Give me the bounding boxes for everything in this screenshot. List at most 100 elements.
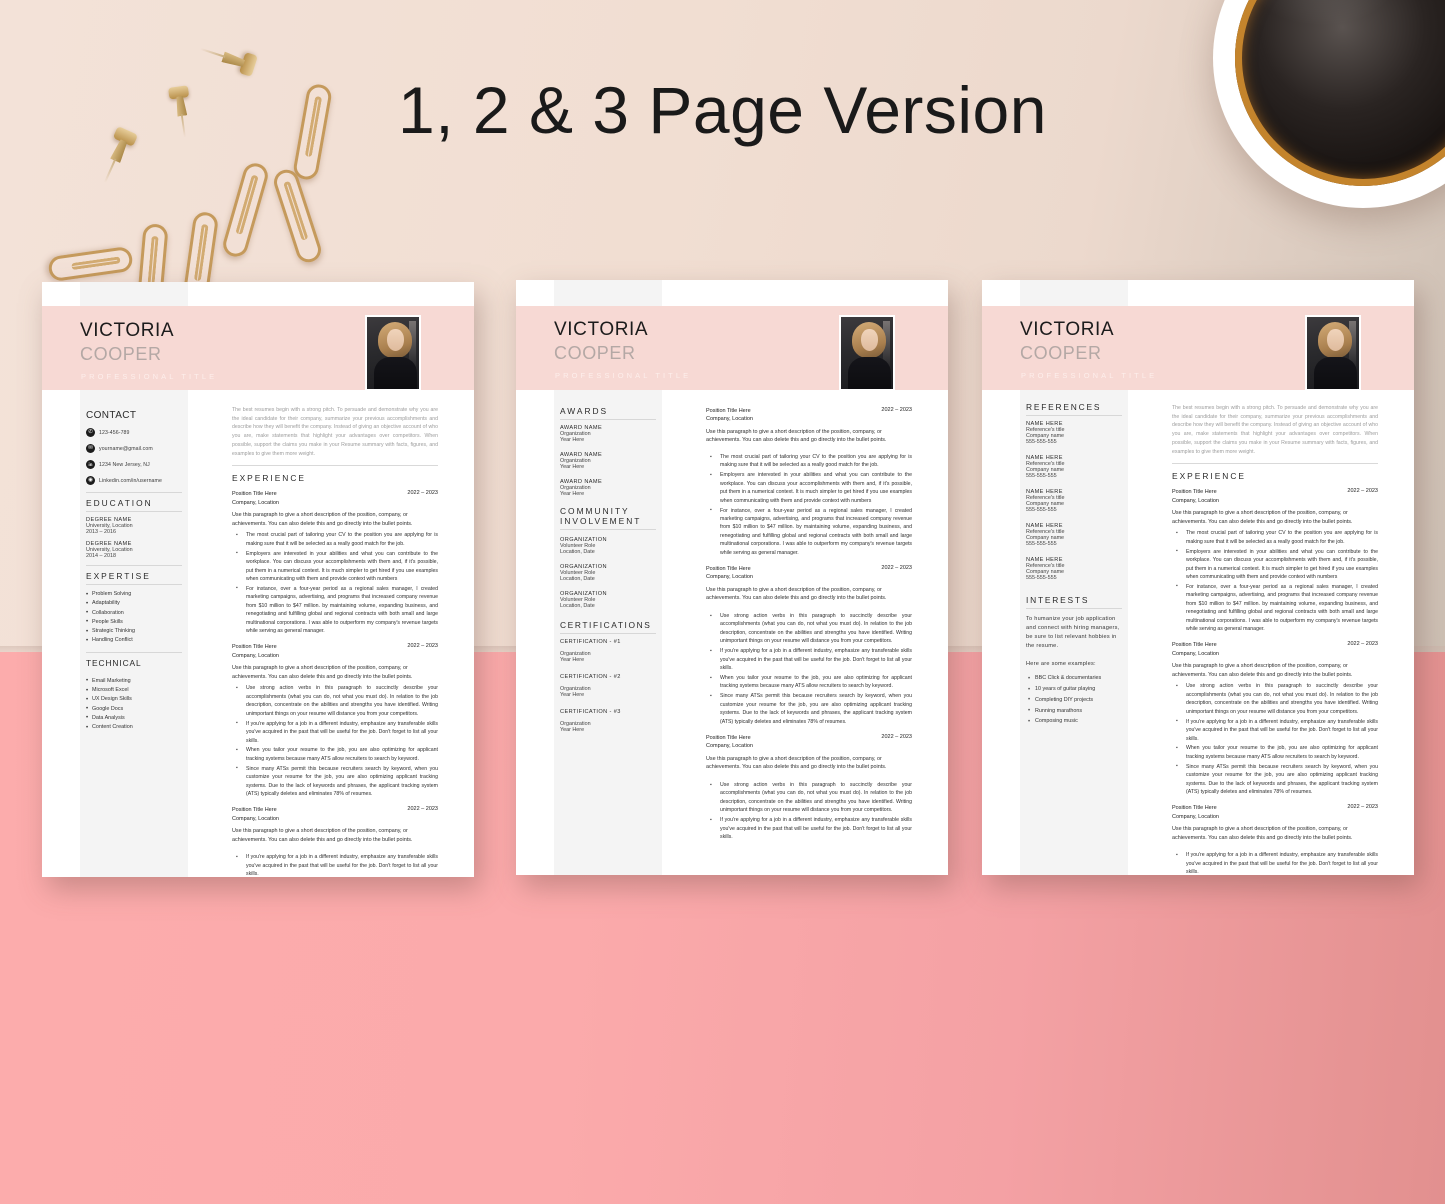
- list-item: 10 years of guitar playing: [1026, 684, 1122, 696]
- degree-years: 2013 – 2016: [86, 529, 116, 535]
- location-date: Location, Date: [560, 603, 595, 609]
- reference-phone: 555-555-555: [1026, 439, 1057, 445]
- divider: [232, 465, 438, 467]
- list-item: Composing music: [1026, 716, 1122, 728]
- job-title: Position Title Here: [232, 807, 277, 814]
- job-company: Company, Location: [232, 499, 279, 506]
- list-item: Since many ATSs permit this because recr…: [1172, 762, 1378, 797]
- list-item: Handling Conflict: [86, 636, 182, 647]
- job-bullets: Use strong action verbs in this paragrap…: [232, 684, 438, 798]
- divider: [86, 492, 182, 493]
- email-icon: ✉: [86, 444, 95, 453]
- list-item: Adaptability: [86, 599, 182, 610]
- contact-email-text: yourname@gmail.com: [99, 445, 153, 452]
- interests-heading: INTERESTS: [1026, 595, 1122, 609]
- job-description: Use this paragraph to give a short descr…: [706, 428, 887, 444]
- list-item: Google Docs: [86, 704, 182, 715]
- job-bullets: The most crucial part of tailoring your …: [232, 531, 438, 635]
- certification-item: CERTIFICATION - #2 Organization Year Her…: [560, 674, 656, 698]
- award-year: Year Here: [560, 464, 585, 470]
- interests-list: BBC Click & documentaries 10 years of gu…: [1026, 673, 1122, 728]
- interests-intro: To humanize your job application and con…: [1026, 616, 1120, 650]
- resume-page-1[interactable]: VICTORIA COOPER PROFESSIONAL TITLE CONTA…: [42, 282, 474, 877]
- list-item: When you tailor your resume to the job, …: [706, 674, 912, 691]
- phone-icon: ✆: [86, 428, 95, 437]
- experience-entry: Position Title Here Company, Location 20…: [706, 565, 912, 726]
- job-company: Company, Location: [232, 652, 279, 659]
- list-item: The most crucial part of tailoring your …: [1172, 529, 1378, 546]
- education-heading: EDUCATION: [86, 498, 182, 512]
- reference-item: NAME HERE Reference's title Company name…: [1026, 421, 1122, 445]
- contact-phone-text: 123-456-789: [99, 429, 130, 436]
- list-item: Data Analysis: [86, 713, 182, 724]
- professional-title: PROFESSIONAL TITLE: [555, 371, 692, 380]
- divider: [86, 651, 182, 653]
- first-name: VICTORIA: [554, 319, 649, 340]
- resume-page-3[interactable]: VICTORIA COOPER PROFESSIONAL TITLE REFER…: [982, 280, 1414, 875]
- reference-phone: 555-555-555: [1026, 541, 1057, 547]
- community-item: ORGANIZATION Volunteer Role Location, Da…: [560, 591, 656, 609]
- expertise-list: Problem Solving Adaptability Collaborati…: [86, 589, 182, 647]
- list-item: If you're applying for a job in a differ…: [232, 853, 438, 877]
- list-item: For instance, over a four-year period as…: [232, 584, 438, 636]
- list-item: Running marathons: [1026, 705, 1122, 717]
- job-company: Company, Location: [1172, 650, 1219, 657]
- list-item: Use strong action verbs in this paragrap…: [706, 781, 912, 815]
- contact-row-phone[interactable]: ✆ 123-456-789: [86, 428, 182, 437]
- job-description: Use this paragraph to give a short descr…: [232, 664, 413, 680]
- last-name: COOPER: [80, 344, 162, 364]
- education-item: DEGREE NAME University, Location 2013 – …: [86, 517, 182, 535]
- resume-page-2[interactable]: VICTORIA COOPER PROFESSIONAL TITLE AWARD…: [516, 280, 948, 875]
- community-heading-line1: COMMUNITY: [560, 506, 630, 516]
- experience-entry: Position Title Here Company, Location 20…: [1172, 488, 1378, 633]
- job-title: Position Title Here: [706, 735, 751, 742]
- technical-heading: TECHNICAL: [86, 657, 142, 668]
- certification-item: CERTIFICATION - #3 Organization Year Her…: [560, 709, 656, 733]
- community-item: ORGANIZATION Volunteer Role Location, Da…: [560, 564, 656, 582]
- list-item: UX Design Skills: [86, 695, 182, 706]
- job-bullets: If you're applying for a job in a differ…: [1172, 851, 1378, 875]
- contact-row-email[interactable]: ✉ yourname@gmail.com: [86, 444, 182, 453]
- contact-row-link[interactable]: ◉ Linkedin.com/in/username: [86, 476, 182, 485]
- certification-name: CERTIFICATION - #2: [560, 674, 621, 680]
- list-item: Problem Solving: [86, 589, 182, 600]
- experience-entry: Position Title Here Company, Location 20…: [232, 490, 438, 635]
- avatar: [1305, 315, 1361, 391]
- reference-phone: 555-555-555: [1026, 473, 1057, 479]
- experience-heading: EXPERIENCE: [232, 473, 306, 484]
- education-item: DEGREE NAME University, Location 2014 – …: [86, 541, 182, 559]
- reference-phone: 555-555-555: [1026, 507, 1057, 513]
- contact-row-address[interactable]: in 1234 New Jersey, NJ: [86, 460, 182, 469]
- list-item: Since many ATSs permit this because recr…: [232, 764, 438, 799]
- list-item: If you're applying for a job in a differ…: [232, 719, 438, 745]
- certification-year: Year Here: [560, 657, 585, 663]
- job-dates: 2022 – 2023: [881, 565, 912, 572]
- interests-examples-label: Here are some examples:: [1026, 661, 1096, 668]
- reference-item: NAME HERE Reference's title Company name…: [1026, 455, 1122, 479]
- reference-item: NAME HERE Reference's title Company name…: [1026, 557, 1122, 581]
- job-description: Use this paragraph to give a short descr…: [1172, 662, 1353, 678]
- certification-year: Year Here: [560, 727, 585, 733]
- avatar: [365, 315, 421, 391]
- job-description: Use this paragraph to give a short descr…: [706, 755, 887, 771]
- certification-item: CERTIFICATION - #1 Organization Year Her…: [560, 639, 656, 663]
- list-item: Use strong action verbs in this paragrap…: [232, 684, 438, 718]
- job-title: Position Title Here: [232, 644, 277, 651]
- job-bullets: Use strong action verbs in this paragrap…: [1172, 682, 1378, 796]
- experience-entry: Position Title Here Company, Location 20…: [706, 734, 912, 841]
- job-bullets: If you're applying for a job in a differ…: [232, 853, 438, 877]
- job-dates: 2022 – 2023: [407, 490, 438, 497]
- job-title: Position Title Here: [1172, 805, 1217, 812]
- job-title: Position Title Here: [706, 408, 751, 414]
- community-heading-line2: INVOLVEMENT: [560, 516, 656, 530]
- contact-heading: CONTACT: [86, 410, 137, 421]
- expertise-heading: EXPERTISE: [86, 571, 182, 585]
- list-item: Since many ATSs permit this because recr…: [706, 692, 912, 726]
- list-item: For instance, over a four-year period as…: [706, 506, 912, 558]
- list-item: Content Creation: [86, 723, 182, 734]
- job-company: Company, Location: [232, 815, 279, 822]
- list-item: BBC Click & documentaries: [1026, 673, 1122, 685]
- list-item: If you're applying for a job in a differ…: [1172, 851, 1378, 875]
- avatar: [839, 315, 895, 391]
- certification-name: CERTIFICATION - #1: [560, 639, 621, 645]
